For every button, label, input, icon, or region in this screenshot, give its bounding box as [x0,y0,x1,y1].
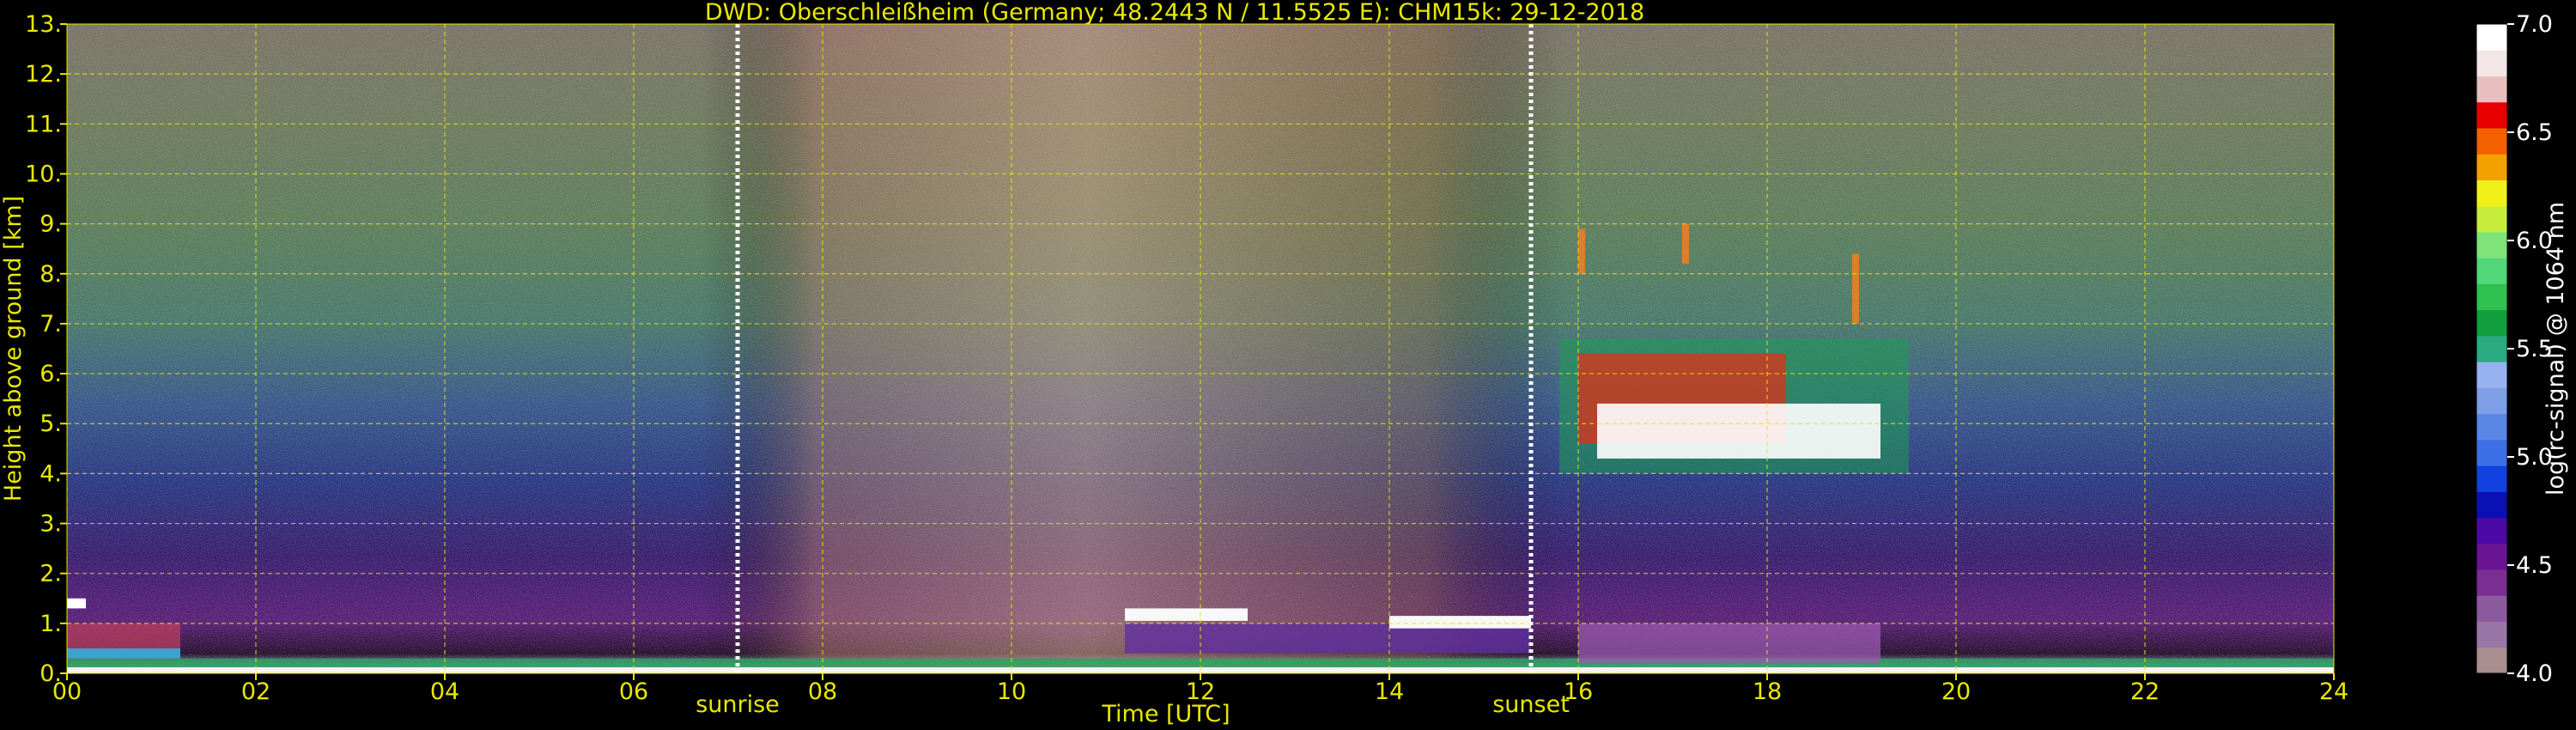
x-tick-label: 24 [2319,678,2348,705]
x-tick-label: 06 [619,678,648,705]
colorbar-segment [2476,362,2507,388]
colorbar-segment [2476,154,2507,180]
y-tick-label: 9. [39,211,62,238]
colorbar-segment [2476,647,2507,674]
colorbar-segment [2476,231,2507,259]
colorbar-segment [2476,258,2507,284]
colorbar-segment [2476,101,2507,129]
y-axis-label: Height above ground [km] [0,196,27,502]
colorbar-segment [2476,491,2507,519]
colorbar-segment [2476,413,2507,441]
x-tick-label: 02 [241,678,270,705]
colorbar-segment [2476,179,2507,207]
colorbar-tick-label: 4.0 [2516,660,2553,687]
colorbar-segment [2476,621,2507,648]
colorbar-segment [2476,335,2507,362]
feature-early-top [67,598,86,609]
marker-label-sunset: sunset [1492,691,1570,718]
y-tick-label: 7. [39,311,62,338]
y-tick-label: 5. [39,411,62,437]
colorbar-segment [2476,439,2507,466]
feature-early-blue [67,648,180,659]
y-tick-label: 0. [39,660,62,687]
y-tick-label: 2. [39,561,62,587]
x-tick-label: 20 [1941,678,1971,705]
colorbar-tick-label: 6.5 [2516,119,2553,146]
colorbar-segment [2476,309,2507,337]
x-tick-label: 14 [1375,678,1404,705]
x-tick-label: 04 [430,678,459,705]
colorbar-segment [2476,283,2507,311]
colorbar-segment [2476,569,2507,596]
y-tick-label: 13. [25,11,62,38]
feature-cirrus-streak-1 [1852,253,1859,324]
colorbar: 4.04.55.05.56.06.57.0 [2476,11,2553,687]
x-tick-label: 18 [1753,678,1782,705]
feature-cirrus-streak-2 [1578,228,1585,274]
y-tick-label: 1. [39,611,62,637]
colorbar-segment [2476,24,2507,51]
x-tick-label: 10 [997,678,1026,705]
feature-evening-boundary-layer [1578,623,1880,664]
colorbar-segment [2476,387,2507,415]
colorbar-label: log(rc-signal) @ 1064 nm [2543,202,2569,496]
x-tick-label: 16 [1564,678,1593,705]
colorbar-tick-label: 7.0 [2516,11,2553,38]
x-tick-label: 22 [2130,678,2160,705]
colorbar-segment [2476,127,2507,155]
feature-cirrus-streak-0 [1682,223,1689,265]
y-tick-label: 3. [39,511,62,538]
y-tick-label: 10. [25,161,62,187]
y-tick-label: 11. [25,111,62,137]
ceilometer-chart: sunrise sunset 00 02 04 06 08 10 12 14 16 18 20 22 24… [0,0,2569,727]
y-tick-label: 4. [39,460,62,487]
colorbar-segment [2476,517,2507,544]
colorbar-segment [2476,465,2507,492]
colorbar-segment [2476,543,2507,570]
feature-low-cloud-top-a [1125,608,1248,621]
colorbar-segment [2476,50,2507,76]
x-axis-label: Time [UTC] [1101,701,1230,727]
colorbar-segment [2476,205,2507,233]
colorbar-segment [2476,76,2507,103]
y-tick-label: 6. [39,361,62,387]
colorbar-tick-label: 4.5 [2516,552,2553,579]
colorbar-segment [2476,595,2507,623]
y-tick-label: 8. [39,261,62,288]
feature-midcloud-base [1597,403,1880,459]
marker-label-sunrise: sunrise [696,691,780,718]
chart-title: DWD: Oberschleißheim (Germany; 48.2443 N… [705,0,1644,26]
feature-low-cloud-top-b [1389,616,1531,629]
y-axis-ticks: 0. 1. 2. 3. 4. 5. 6. 7. 8. 9. 10. 11. 12. 13. [25,11,67,687]
y-tick-label: 12. [25,61,62,88]
x-tick-label: 08 [808,678,837,705]
